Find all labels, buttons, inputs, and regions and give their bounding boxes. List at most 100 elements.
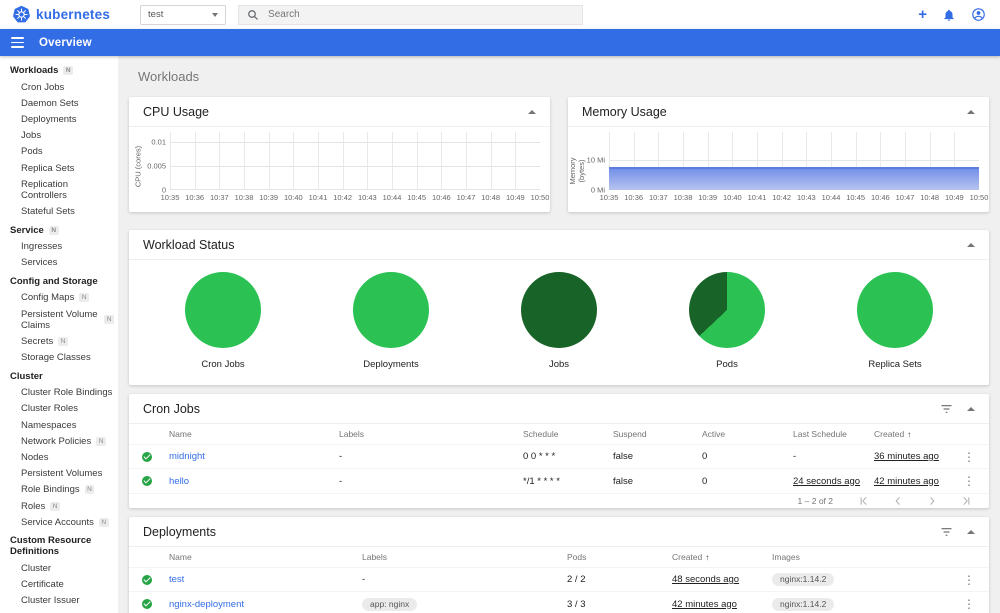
sidebar-item-cluster-role-bindings[interactable]: Cluster Role Bindings [0, 385, 118, 401]
sidebar-item-persistent-volume-claims[interactable]: Persistent Volume Claims N [0, 306, 118, 333]
column-header-last-schedule[interactable]: Last Schedule [793, 429, 874, 439]
sidebar-item-cluster[interactable]: Cluster [0, 560, 118, 576]
search-bar[interactable] [238, 4, 584, 25]
column-label: Schedule [523, 429, 559, 439]
kubernetes-logo[interactable]: kubernetes [12, 5, 110, 24]
sidebar-item-ingresses[interactable]: Ingresses [0, 239, 118, 255]
first-page-icon[interactable] [859, 496, 869, 506]
sidebar-item-replica-sets[interactable]: Replica Sets [0, 160, 118, 176]
menu-icon[interactable] [11, 37, 24, 48]
column-header-created[interactable]: Created ↑ [874, 429, 961, 439]
sidebar-group-workloads[interactable]: Workloads N [0, 60, 118, 79]
sidebar-item-services[interactable]: Services [0, 255, 118, 271]
column-label: Last Schedule [793, 429, 847, 439]
row-menu-icon[interactable]: ⋮ [961, 451, 977, 463]
cron-jobs-table-header: Name Labels Schedule Suspend Active Last Sche… [129, 424, 989, 445]
collapse-icon[interactable] [528, 109, 536, 114]
sidebar-item-nodes[interactable]: Nodes [0, 449, 118, 465]
column-header-active[interactable]: Active [702, 429, 793, 439]
sidebar-item-config-maps[interactable]: Config Maps N [0, 290, 118, 306]
notifications-bell-icon[interactable] [942, 8, 956, 22]
gridline [367, 132, 369, 190]
namespace-select[interactable]: test [140, 4, 227, 25]
filter-icon[interactable] [940, 527, 953, 537]
pagination-range: 1 – 2 of 2 [797, 496, 833, 506]
sidebar-item-daemon-sets[interactable]: Daemon Sets [0, 95, 118, 111]
sidebar-item-role-bindings[interactable]: Role Bindings N [0, 482, 118, 498]
sidebar-group-cluster[interactable]: Cluster [0, 366, 118, 385]
sidebar-group-config-and-storage[interactable]: Config and Storage [0, 271, 118, 290]
sidebar-item-replication-controllers[interactable]: Replication Controllers [0, 176, 118, 203]
sidebar-item-roles[interactable]: Roles N [0, 498, 118, 514]
sort-ascending-icon: ↑ [907, 429, 912, 439]
column-header-name[interactable]: Name [169, 552, 362, 562]
sidebar-group-service[interactable]: Service N [0, 220, 118, 239]
previous-page-icon[interactable] [893, 496, 903, 506]
column-label: Labels [362, 552, 388, 562]
sidebar-item-jobs[interactable]: Jobs [0, 128, 118, 144]
column-header-labels[interactable]: Labels [339, 429, 523, 439]
column-header-images[interactable]: Images [772, 552, 961, 562]
sidebar-item-certificate[interactable]: Certificate [0, 577, 118, 593]
gridline [170, 132, 171, 190]
label-chip: app: nginx [362, 597, 418, 611]
x-tick-label: 10:43 [357, 193, 377, 202]
gridline [318, 132, 319, 190]
column-label: Labels [339, 429, 365, 439]
sidebar-item-deployments[interactable]: Deployments [0, 111, 118, 127]
sidebar-group-custom-resource-definitions[interactable]: Custom Resource Definitions [0, 530, 118, 560]
sidebar-item-secrets[interactable]: Secrets N [0, 333, 118, 349]
sidebar-item-pods[interactable]: Pods [0, 144, 118, 160]
sidebar-item-label: Replication Controllers [21, 178, 68, 201]
collapse-icon[interactable] [967, 109, 975, 114]
search-input[interactable] [268, 9, 575, 20]
sidebar-group-label: Cluster [10, 370, 43, 382]
sidebar-item-storage-classes[interactable]: Storage Classes [0, 349, 118, 365]
cron-jobs-table-body: midnight -0 0 * * * false 0-36 minutes ago ⋮… [129, 445, 989, 493]
x-tick-label: 10:37 [209, 193, 229, 202]
sidebar-item-network-policies[interactable]: Network Policies N [0, 433, 118, 449]
sidebar-item-service-accounts[interactable]: Service Accounts N [0, 514, 118, 530]
deployment-name-link[interactable]: test [169, 574, 362, 585]
last-page-icon[interactable] [961, 496, 971, 506]
sidebar-item-cron-jobs[interactable]: Cron Jobs [0, 79, 118, 95]
cron-job-name-link[interactable]: hello [169, 476, 339, 487]
deployments-table-header: Name Labels Pods Created ↑ Images [129, 547, 989, 568]
column-header-name[interactable]: Name [169, 429, 339, 439]
sidebar-group-label: Workloads [10, 65, 59, 76]
sidebar-item-cluster-issuer[interactable]: Cluster Issuer [0, 593, 118, 609]
row-menu-icon[interactable]: ⋮ [961, 574, 977, 586]
account-icon[interactable] [971, 7, 986, 22]
collapse-icon[interactable] [967, 242, 975, 247]
column-header-schedule[interactable]: Schedule [523, 429, 613, 439]
deployment-name-link[interactable]: nginx-deployment [169, 599, 362, 610]
collapse-icon[interactable] [967, 529, 975, 534]
column-header-labels[interactable]: Labels [362, 552, 567, 562]
cell-labels: - [339, 475, 343, 487]
nav-bar: Overview [0, 29, 1000, 56]
x-tick-label: 10:45 [407, 193, 427, 202]
filter-icon[interactable] [940, 404, 953, 414]
column-header-pods[interactable]: Pods [567, 552, 672, 562]
workload-pie-cron-jobs: Cron Jobs [185, 272, 261, 370]
x-tick-label: 10:46 [870, 193, 890, 202]
gridline [466, 132, 467, 190]
sidebar-item-label: Secrets [21, 335, 54, 347]
sidebar-item-label: Roles [21, 500, 46, 512]
sidebar-item-namespaces[interactable]: Namespaces [0, 417, 118, 433]
row-menu-icon[interactable]: ⋮ [961, 475, 977, 487]
column-header-created[interactable]: Created ↑ [672, 552, 772, 562]
next-page-icon[interactable] [927, 496, 937, 506]
pie-chart [689, 272, 765, 348]
gridline [515, 132, 517, 190]
row-menu-icon[interactable]: ⋮ [961, 598, 977, 610]
cell-pods: 3 / 3 [567, 598, 586, 610]
sidebar-item-cluster-roles[interactable]: Cluster Roles [0, 401, 118, 417]
create-resource-icon[interactable]: + [918, 7, 927, 22]
sidebar-group-label: Service [10, 224, 44, 236]
sidebar-item-persistent-volumes[interactable]: Persistent Volumes [0, 466, 118, 482]
cron-job-name-link[interactable]: midnight [169, 451, 339, 462]
collapse-icon[interactable] [967, 406, 975, 411]
column-header-suspend[interactable]: Suspend [613, 429, 702, 439]
sidebar-item-stateful-sets[interactable]: Stateful Sets [0, 203, 118, 219]
